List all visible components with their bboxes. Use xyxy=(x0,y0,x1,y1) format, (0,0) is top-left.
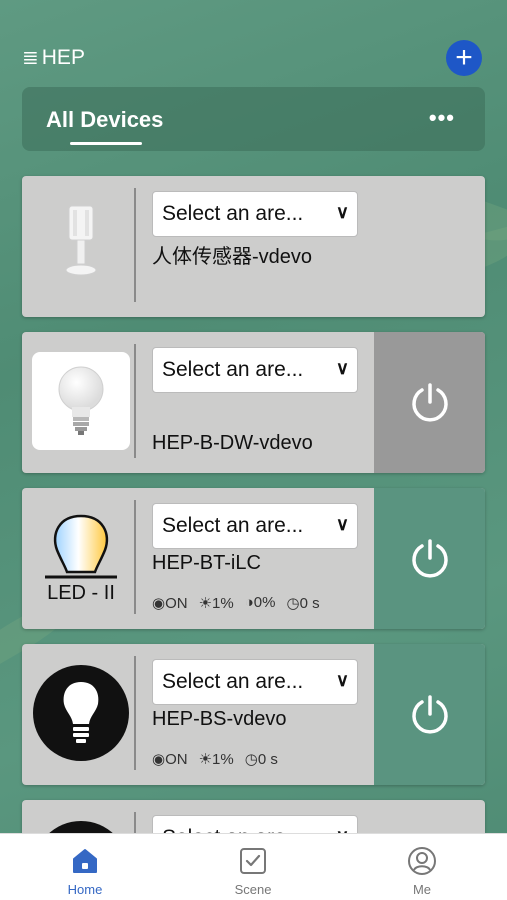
device-name: HEP-BT-iLC xyxy=(152,552,261,574)
top-bar: ≣ HEP + xyxy=(0,38,507,78)
nav-me[interactable]: Me xyxy=(377,846,467,897)
device-card[interactable]: Select an are... ∨ HEP-B-DW-vdevo xyxy=(22,332,485,473)
chevron-down-icon: ∨ xyxy=(335,358,349,378)
led-ii-icon: LED - II xyxy=(32,510,130,608)
brand[interactable]: ≣ HEP xyxy=(22,46,85,70)
area-select-value: Select an are... xyxy=(162,202,304,225)
color-temp-icon: ◑ xyxy=(244,594,254,611)
status-brightness: ☀1% xyxy=(198,751,234,768)
device-name: HEP-BS-vdevo xyxy=(152,708,287,730)
area-select-value: Select an are... xyxy=(162,514,304,537)
chevron-down-icon: ∨ xyxy=(335,514,349,534)
status-on: ◉ON xyxy=(152,595,188,612)
card-divider xyxy=(134,500,136,614)
card-divider xyxy=(134,188,136,302)
on-status-icon: ◉ xyxy=(152,595,166,612)
device-card[interactable]: Select an are... ∨ HEP-BS-vdevo ◉ON ☀1% … xyxy=(22,644,485,785)
area-select[interactable]: Select an are... ∨ xyxy=(152,191,358,237)
power-button[interactable] xyxy=(374,332,485,473)
area-select-value: Select an are... xyxy=(162,670,304,693)
chevron-down-icon: ∨ xyxy=(335,670,349,690)
home-icon xyxy=(40,846,130,876)
device-name: HEP-B-DW-vdevo xyxy=(152,432,313,454)
chevron-down-icon: ∨ xyxy=(335,202,349,222)
active-tab-indicator xyxy=(70,142,142,145)
card-divider xyxy=(134,344,136,458)
on-status-icon: ◉ xyxy=(152,751,166,768)
device-name: 人体传感器-vdevo xyxy=(152,246,313,268)
area-select[interactable]: Select an are... ∨ xyxy=(152,503,358,549)
power-button[interactable] xyxy=(374,488,485,629)
area-select-value: Select an are... xyxy=(162,358,304,381)
status-timer: ◷0 s xyxy=(244,751,278,768)
brightness-icon: ☀ xyxy=(198,595,213,612)
tab-all-devices[interactable]: All Devices xyxy=(46,107,163,133)
area-select[interactable]: Select an are... ∨ xyxy=(152,347,358,393)
nav-home-label: Home xyxy=(67,882,103,897)
status-timer: ◷0 s xyxy=(286,595,320,612)
nav-scene[interactable]: Scene xyxy=(208,846,298,897)
device-card[interactable]: Select an are... ∨ 人体传感器-vdevo xyxy=(22,176,485,317)
plus-icon: + xyxy=(455,41,473,74)
power-button[interactable] xyxy=(374,644,485,785)
area-select[interactable]: Select an are... ∨ xyxy=(152,659,358,705)
light-bulb-icon xyxy=(32,664,130,762)
status-color-temp: ◑0% xyxy=(244,594,276,611)
status-line: ◉ON ☀1% ◷0 s xyxy=(152,750,278,768)
nav-home[interactable]: Home xyxy=(40,846,130,897)
nav-me-label: Me xyxy=(412,882,432,897)
status-line: ◉ON ☀1% ◑0% ◷0 s xyxy=(152,594,320,612)
status-brightness: ☀1% xyxy=(198,595,234,612)
power-icon xyxy=(411,538,448,578)
tab-bar: All Devices ••• xyxy=(22,87,485,151)
scene-icon xyxy=(208,846,298,876)
nav-scene-label: Scene xyxy=(234,882,272,897)
led-ii-label: LED - II xyxy=(47,582,115,604)
power-icon xyxy=(411,382,448,422)
bottom-nav: Home Scene Me xyxy=(0,833,507,900)
user-icon xyxy=(377,846,467,876)
add-device-button[interactable]: + xyxy=(446,40,482,76)
menu-icon[interactable]: ≣ xyxy=(22,48,39,68)
power-icon xyxy=(411,694,448,734)
status-on: ◉ON xyxy=(152,751,188,768)
more-options-icon[interactable]: ••• xyxy=(429,105,455,131)
device-card[interactable]: LED - II Select an are... ∨ HEP-BT-iLC ◉… xyxy=(22,488,485,629)
timer-icon: ◷ xyxy=(286,595,300,612)
motion-sensor-icon xyxy=(32,196,130,294)
brand-label: HEP xyxy=(41,46,85,69)
brightness-icon: ☀ xyxy=(198,751,213,768)
timer-icon: ◷ xyxy=(244,751,258,768)
light-bulb-icon xyxy=(32,352,130,450)
card-divider xyxy=(134,656,136,770)
